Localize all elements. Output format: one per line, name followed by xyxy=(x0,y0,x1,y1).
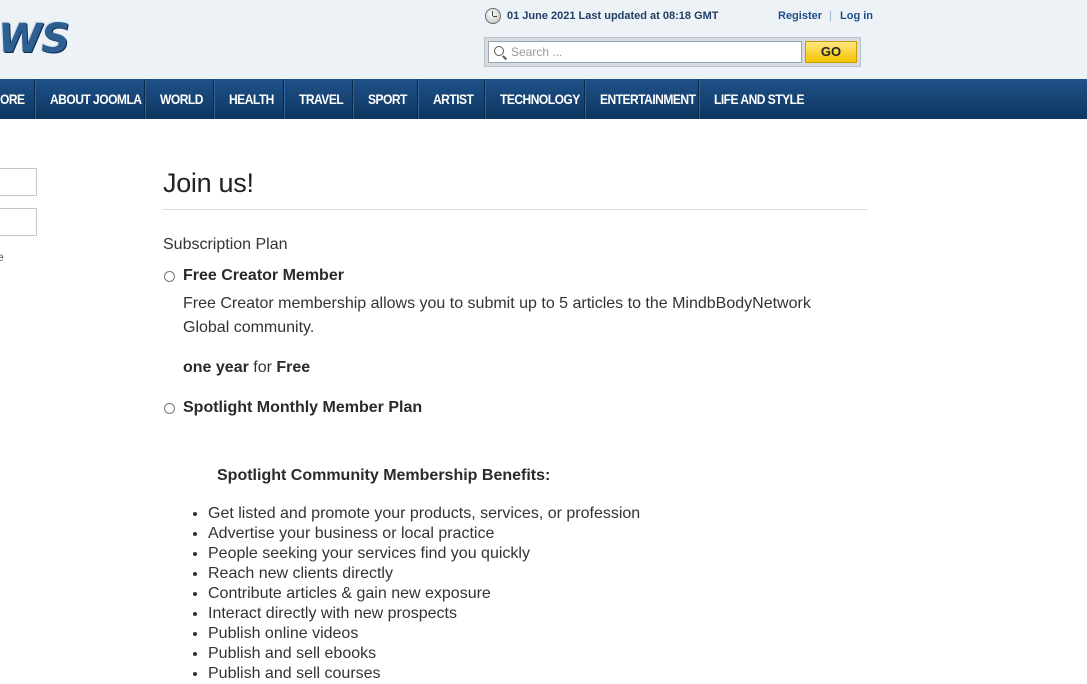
list-item: Reach new clients directly xyxy=(208,564,640,584)
search-icon xyxy=(494,46,504,56)
nav-separator xyxy=(584,79,586,119)
nav-item-entertainment[interactable]: ENTERTAINMENT xyxy=(600,79,696,119)
plan-term-connector: for xyxy=(248,359,277,376)
plan-free-creator-description: Free Creator membership allows you to su… xyxy=(183,295,811,336)
nav-separator xyxy=(283,79,285,119)
nav-item-about-joomla[interactable]: ABOUT JOOMLA xyxy=(50,79,142,119)
nav-item-sport[interactable]: SPORT xyxy=(368,79,407,119)
nav-separator xyxy=(417,79,419,119)
site-header: WS 01 June 2021 Last updated at 08:18 GM… xyxy=(0,0,1087,79)
list-item: People seeking your services find you qu… xyxy=(208,544,640,564)
list-item: Get listed and promote your products, se… xyxy=(208,504,640,524)
nav-item-life-and-style[interactable]: LIFE AND STYLE xyxy=(714,79,805,119)
list-item: Publish and sell courses xyxy=(208,664,640,684)
nav-separator xyxy=(698,79,700,119)
main-navigation: ORE ABOUT JOOMLA WORLD HEALTH TRAVEL SPO… xyxy=(0,79,1087,119)
nav-item-health[interactable]: HEALTH xyxy=(229,79,274,119)
search-go-button[interactable]: GO xyxy=(805,41,857,63)
sidebar-username-field[interactable] xyxy=(0,168,37,196)
list-item: Contribute articles & gain new exposure xyxy=(208,584,640,604)
plan-spotlight-monthly-name[interactable]: Spotlight Monthly Member Plan xyxy=(183,399,422,417)
sidebar-text-fragment: e xyxy=(0,250,4,264)
benefits-list: Get listed and promote your products, se… xyxy=(190,504,640,684)
plan-term-duration: one year xyxy=(183,359,249,376)
sidebar-password-field[interactable] xyxy=(0,208,37,236)
plan-spotlight-monthly-radio[interactable] xyxy=(164,403,175,414)
nav-separator xyxy=(144,79,146,119)
plan-term-price: Free xyxy=(276,359,311,376)
last-updated-date: 01 June 2021 Last updated at 08:18 GMT xyxy=(507,10,719,22)
nav-separator xyxy=(352,79,354,119)
title-divider xyxy=(163,209,868,210)
list-item: Interact directly with new prospects xyxy=(208,604,640,624)
page-title: Join us! xyxy=(163,168,254,198)
register-link[interactable]: Register xyxy=(778,10,822,22)
nav-item-travel[interactable]: TRAVEL xyxy=(299,79,344,119)
nav-separator xyxy=(34,79,36,119)
site-logo[interactable]: WS xyxy=(0,16,70,62)
plan-free-creator-name[interactable]: Free Creator Member xyxy=(183,267,344,285)
nav-separator xyxy=(213,79,215,119)
search-field[interactable] xyxy=(488,41,802,63)
nav-item-technology[interactable]: TECHNOLOGY xyxy=(500,79,580,119)
clock-icon xyxy=(485,8,501,24)
subscription-plan-label: Subscription Plan xyxy=(163,236,288,253)
nav-item-artist[interactable]: ARTIST xyxy=(433,79,474,119)
search-input[interactable] xyxy=(511,43,799,61)
login-link[interactable]: Log in xyxy=(840,10,873,22)
nav-separator xyxy=(484,79,486,119)
link-separator: | xyxy=(829,10,832,22)
nav-item-world[interactable]: WORLD xyxy=(160,79,203,119)
search-box: GO xyxy=(484,37,861,67)
benefits-heading: Spotlight Community Membership Benefits: xyxy=(217,467,551,484)
list-item: Advertise your business or local practic… xyxy=(208,524,640,544)
list-item: Publish and sell ebooks xyxy=(208,644,640,664)
plan-free-creator-radio[interactable] xyxy=(164,271,175,282)
list-item: Publish online videos xyxy=(208,624,640,644)
nav-item-more[interactable]: ORE xyxy=(0,79,25,119)
plan-free-creator-term: one year for Free xyxy=(183,359,310,377)
